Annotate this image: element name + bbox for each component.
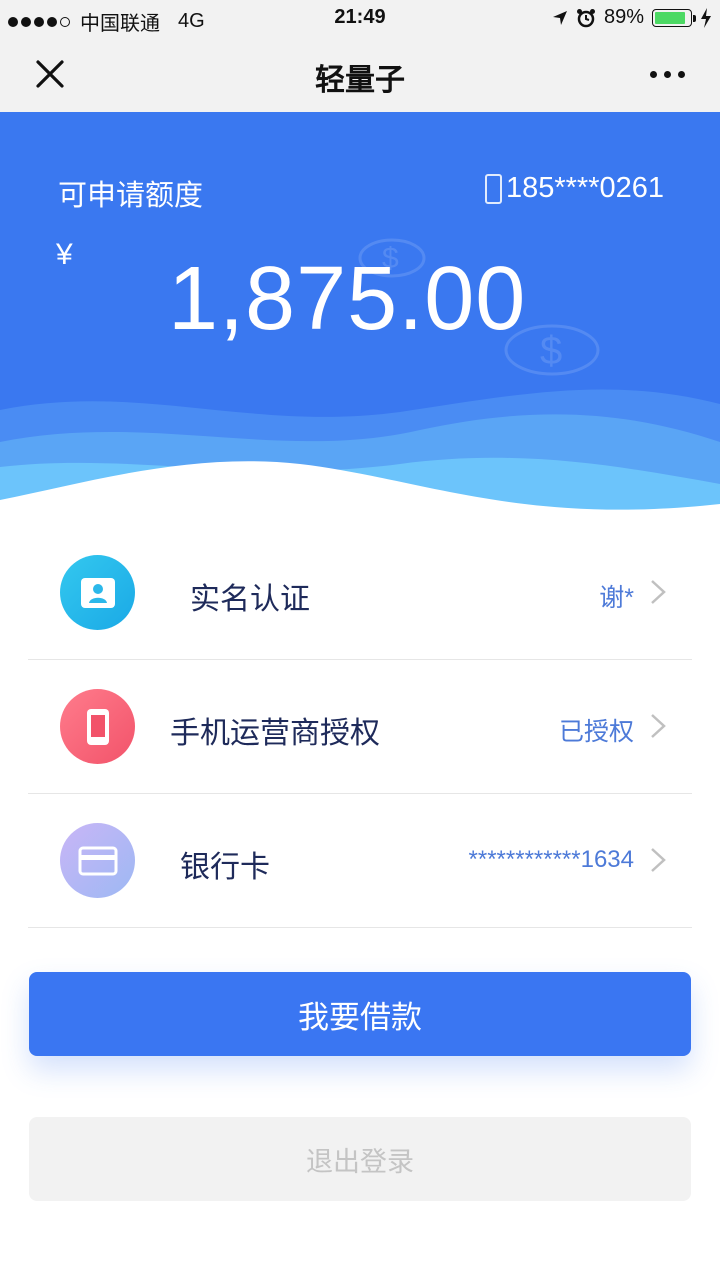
chevron-right-icon: [651, 848, 666, 872]
identity-value: 谢*: [599, 584, 634, 612]
identity-label: 实名认证: [190, 583, 310, 616]
list-item-identity[interactable]: 实名认证 谢*: [28, 526, 692, 660]
available-limit-label: 可申请额度: [58, 180, 204, 212]
list-item-carrier-auth[interactable]: 手机运营商授权 已授权: [28, 660, 692, 794]
chevron-right-icon: [651, 714, 666, 738]
credit-amount: 1,875.00: [168, 249, 527, 349]
more-options-icon[interactable]: [640, 54, 694, 94]
charging-bolt-icon: [701, 7, 711, 28]
mobile-phone-icon: [60, 689, 135, 764]
svg-text:$: $: [540, 329, 562, 373]
borrow-button[interactable]: 我要借款: [29, 972, 691, 1056]
list-item-bank-card[interactable]: 银行卡 ************1634: [28, 794, 692, 928]
currency-symbol: ¥: [56, 238, 73, 271]
close-icon: [36, 60, 64, 88]
logout-button[interactable]: 退出登录: [29, 1117, 691, 1201]
phone-number-text: 185****0261: [505, 172, 664, 204]
bank-card-icon: [60, 823, 135, 898]
location-arrow-icon: [552, 10, 567, 25]
phone-number: 185****0261: [484, 172, 664, 205]
status-right: 89%: [552, 6, 712, 29]
id-card-icon: [60, 555, 135, 630]
battery-icon: [652, 8, 696, 27]
bank-card-label: 银行卡: [180, 851, 270, 884]
credit-limit-banner: $ $ 可申请额度 185****0261 ¥ 1,875.00: [0, 112, 720, 532]
navigation-bar: 轻量子: [0, 36, 720, 112]
carrier-auth-label: 手机运营商授权: [170, 717, 380, 750]
alarm-clock-icon: [576, 8, 595, 27]
carrier-auth-value: 已授权: [558, 718, 634, 746]
status-bar: 中国联通 4G 21:49 89%: [0, 0, 720, 36]
phone-icon: [484, 173, 502, 204]
close-button[interactable]: [28, 54, 72, 94]
chevron-right-icon: [651, 580, 666, 604]
bank-card-value: ************1634: [468, 846, 634, 873]
battery-percent: 89%: [603, 6, 644, 28]
page-title: 轻量子: [315, 64, 405, 97]
verification-list: 实名认证 谢* 手机运营商授权 已授权 银行卡 ************1634: [28, 526, 692, 928]
